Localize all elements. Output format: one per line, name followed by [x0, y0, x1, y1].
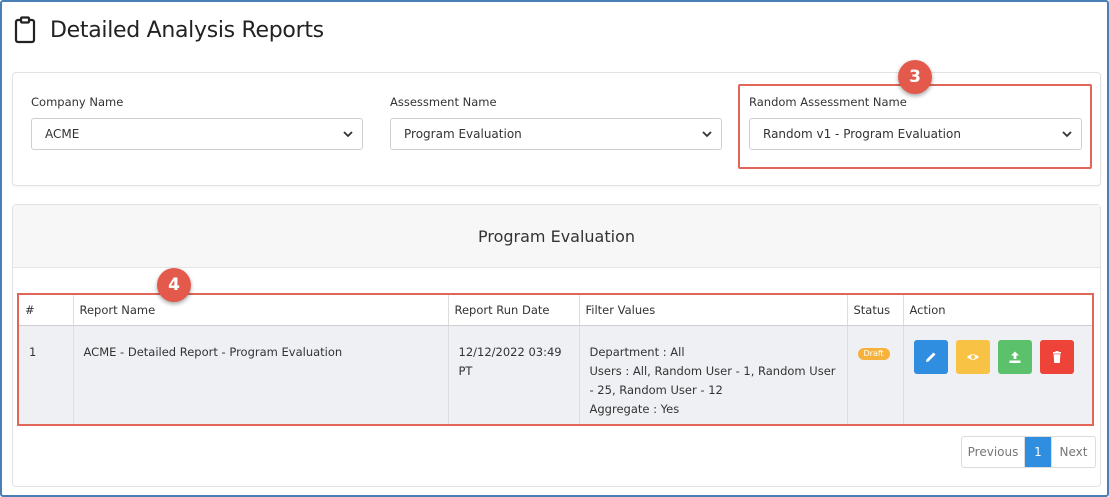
assessment-label: Assessment Name	[390, 95, 497, 109]
assessment-field: Assessment Name Program Evaluation	[390, 95, 722, 150]
report-title: Program Evaluation	[477, 226, 635, 246]
edit-button[interactable]	[913, 339, 948, 374]
page-header: Detailed Analysis Reports	[14, 14, 324, 46]
pagination: Previous 1 Next	[961, 436, 1096, 468]
cell-filter-values: Department : All Users : All, Random Use…	[579, 325, 848, 424]
page-title: Detailed Analysis Reports	[50, 17, 324, 43]
step-badge-4: 4	[157, 268, 191, 302]
reports-table: # Report Name Report Run Date Filter Val…	[19, 295, 1092, 424]
eye-icon	[966, 353, 979, 360]
report-name: ACME - Detailed Report - Program Evaluat…	[83, 344, 343, 359]
column-header-action: Action	[903, 295, 1092, 326]
pagination-page-1[interactable]: 1	[1025, 437, 1051, 467]
clipboard-icon	[14, 16, 36, 44]
chevron-down-icon	[343, 131, 353, 138]
column-header-filter-values: Filter Values	[579, 295, 848, 326]
filter-department: Department : All	[589, 344, 685, 359]
column-header-number: #	[19, 295, 74, 326]
view-button[interactable]	[955, 339, 990, 374]
cell-run-date: 12/12/2022 03:49 PT	[448, 325, 580, 424]
company-select[interactable]: ACME	[31, 118, 363, 150]
row-number: 1	[29, 344, 37, 359]
delete-button[interactable]	[1039, 339, 1074, 374]
column-header-run-date: Report Run Date	[448, 295, 580, 326]
assessment-select[interactable]: Program Evaluation	[390, 118, 722, 150]
report-header: Program Evaluation	[13, 205, 1100, 268]
cell-number: 1	[19, 325, 74, 424]
company-label: Company Name	[31, 95, 124, 109]
company-field: Company Name ACME	[31, 95, 363, 150]
cell-actions	[903, 325, 1092, 424]
column-header-report-name: Report Name	[73, 295, 449, 326]
cell-report-name: ACME - Detailed Report - Program Evaluat…	[73, 325, 449, 424]
report-card: Program Evaluation # Report Name Report …	[12, 204, 1101, 487]
highlight-box-step-3	[738, 84, 1092, 169]
pagination-next[interactable]: Next	[1051, 437, 1095, 467]
pagination-previous[interactable]: Previous	[962, 437, 1025, 467]
upload-button[interactable]	[997, 339, 1032, 374]
column-header-status: Status	[847, 295, 904, 326]
filter-users: Users : All, Random User - 1, Random Use…	[589, 363, 836, 397]
highlight-box-step-4: # Report Name Report Run Date Filter Val…	[17, 293, 1094, 426]
trash-icon	[1052, 350, 1061, 363]
upload-icon	[1009, 351, 1020, 363]
status-badge: Draft	[857, 347, 890, 360]
step-badge-3: 3	[898, 60, 932, 94]
table-row: 1 ACME - Detailed Report - Program Evalu…	[19, 325, 1092, 424]
report-run-date: 12/12/2022 03:49 PT	[458, 344, 562, 378]
filter-aggregate: Aggregate : Yes	[589, 401, 680, 416]
company-select-value: ACME	[45, 127, 80, 141]
cell-status: Draft	[847, 325, 904, 424]
action-buttons	[913, 339, 1093, 374]
app-frame: Detailed Analysis Reports Company Name A…	[0, 0, 1109, 497]
edit-icon	[925, 352, 935, 362]
assessment-select-value: Program Evaluation	[404, 127, 522, 141]
chevron-down-icon	[702, 131, 712, 138]
